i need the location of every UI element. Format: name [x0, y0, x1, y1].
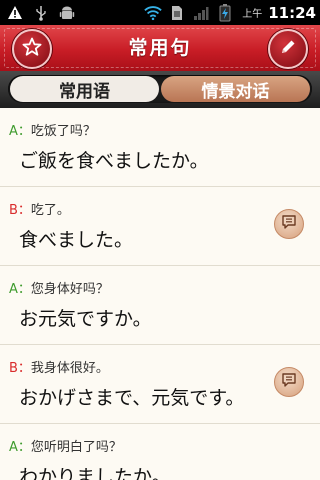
speaker-label: B： — [9, 203, 31, 218]
chinese-text: 您身体好吗？ — [30, 282, 109, 297]
chinese-line: A：您听明白了吗？ — [9, 436, 122, 455]
status-bar: 上午 11:24 — [0, 0, 320, 25]
chinese-text: 吃了。 — [30, 203, 70, 218]
usb-icon — [32, 4, 50, 22]
list-item[interactable]: B：我身体很好。 おかげさまで、元気です。 — [0, 345, 320, 424]
dialog-button[interactable] — [274, 367, 304, 397]
list-item[interactable]: B：吃了。 食べました。 — [0, 187, 320, 266]
list-item[interactable]: A：您身体好吗？ お元気ですか。 — [0, 266, 320, 345]
japanese-text: 食べました。 — [19, 229, 134, 251]
sim-card-icon — [168, 4, 186, 22]
app-header: 常用句 — [0, 25, 320, 72]
chinese-line: A：吃饭了吗？ — [9, 120, 96, 139]
phrase-list[interactable]: A：吃饭了吗？ ご飯を食べましたか。 B：吃了。 食べました。 A：您身体好吗？… — [0, 108, 320, 480]
warning-icon — [6, 4, 24, 22]
speaker-label: A： — [9, 440, 31, 455]
list-item[interactable]: A：吃饭了吗？ ご飯を食べましたか。 — [0, 108, 320, 187]
clock-ampm: 上午 — [242, 9, 263, 20]
japanese-text: おかげさまで、元気です。 — [19, 387, 245, 409]
chinese-line: A：您身体好吗？ — [9, 278, 109, 297]
chinese-text: 您听明白了吗？ — [30, 440, 122, 455]
list-item[interactable]: A：您听明白了吗？ わかりましたか。 — [0, 424, 320, 480]
chinese-line: B：吃了。 — [9, 199, 70, 218]
japanese-text: ご飯を食べましたか。 — [19, 150, 209, 172]
japanese-text: わかりましたか。 — [19, 466, 171, 480]
android-debug-icon — [58, 4, 76, 22]
japanese-text: お元気ですか。 — [19, 308, 152, 330]
speech-bubble-icon — [281, 214, 297, 234]
tab-bar: 常用语 情景对话 — [0, 71, 320, 108]
speech-bubble-icon — [281, 372, 297, 392]
segmented-control: 常用语 情景对话 — [8, 75, 312, 103]
speaker-label: A： — [9, 124, 31, 139]
signal-icon — [192, 4, 210, 22]
chinese-line: B：我身体很好。 — [9, 357, 109, 376]
chinese-text: 我身体很好。 — [30, 361, 109, 376]
speaker-label: B： — [9, 361, 31, 376]
edit-button[interactable] — [268, 29, 308, 69]
chinese-text: 吃饭了吗？ — [30, 124, 96, 139]
tab-situational-dialogues[interactable]: 情景对话 — [161, 76, 310, 102]
speaker-label: A： — [9, 282, 31, 297]
battery-charging-icon — [216, 3, 234, 22]
clock-time: 11:24 — [268, 3, 316, 22]
tab-common-phrases[interactable]: 常用语 — [10, 76, 159, 102]
pencil-icon — [279, 38, 297, 60]
dialog-button[interactable] — [274, 209, 304, 239]
wifi-icon — [144, 4, 162, 22]
